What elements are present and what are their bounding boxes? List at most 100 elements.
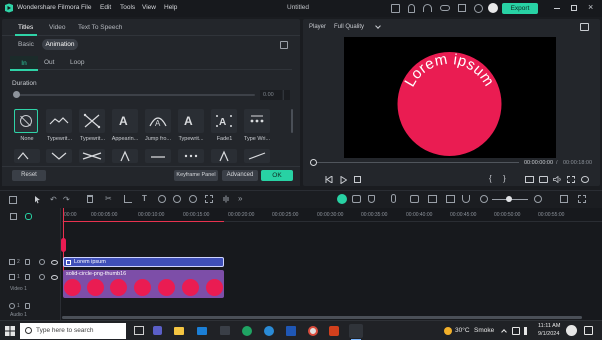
weather-temp[interactable]: 30°C: [455, 327, 470, 334]
color-icon[interactable]: [189, 195, 197, 203]
grid-icon[interactable]: [458, 4, 466, 12]
play-icon[interactable]: [340, 176, 347, 184]
edge-icon[interactable]: [242, 326, 252, 336]
filmora-taskbar-icon[interactable]: [349, 324, 363, 338]
chrome-icon[interactable]: [308, 326, 318, 336]
title-clip[interactable]: Lorem ipsum: [63, 257, 224, 267]
minimize-icon[interactable]: [554, 8, 560, 9]
preset-thumb[interactable]: [145, 149, 171, 163]
zoom-out-icon[interactable]: [480, 195, 488, 203]
search-placeholder[interactable]: Type here to search: [36, 327, 93, 334]
preset-scrollbar[interactable]: [291, 109, 293, 133]
eye-icon[interactable]: [51, 275, 58, 280]
file-explorer-icon[interactable]: [174, 327, 184, 335]
duration-value[interactable]: 0.00: [260, 90, 282, 100]
ok-button[interactable]: OK: [261, 170, 293, 181]
task-view-icon[interactable]: [134, 326, 144, 335]
mark-in-icon[interactable]: {: [489, 174, 492, 183]
preset-thumb[interactable]: [178, 149, 204, 163]
fullscreen-icon[interactable]: [567, 176, 575, 183]
notification-icon[interactable]: [566, 325, 577, 336]
menu-tools[interactable]: Tools: [120, 4, 135, 11]
reset-button[interactable]: Reset: [12, 170, 46, 181]
fit-icon[interactable]: [578, 195, 586, 203]
split-icon[interactable]: ✂: [105, 194, 112, 203]
clock-time[interactable]: 11:11 AM: [538, 323, 560, 329]
tab-text-to-speech[interactable]: Text To Speech: [78, 24, 122, 31]
layout-icon[interactable]: [9, 196, 17, 204]
headset-icon[interactable]: [423, 4, 432, 12]
anim-tab-loop[interactable]: Loop: [70, 59, 84, 66]
snapshot-icon[interactable]: [580, 23, 589, 31]
redo-icon[interactable]: ↷: [63, 195, 70, 204]
prev-frame-icon[interactable]: [325, 176, 333, 183]
notification-center-icon[interactable]: [584, 326, 593, 335]
duration-stepper[interactable]: [283, 90, 290, 100]
mark-out-icon[interactable]: }: [503, 174, 506, 183]
speaker-icon[interactable]: [524, 327, 531, 335]
tab-titles[interactable]: Titles: [18, 24, 33, 31]
teams-icon[interactable]: [153, 326, 162, 335]
menu-help[interactable]: Help: [164, 4, 177, 11]
video-clip[interactable]: solid-circle-png-thumb16: [63, 270, 224, 298]
chevron-down-icon[interactable]: [375, 23, 381, 29]
duration-slider[interactable]: [15, 94, 255, 96]
video-canvas[interactable]: Lorem ipsum: [344, 37, 556, 158]
text-icon[interactable]: T: [142, 194, 147, 203]
auto-highlight-icon[interactable]: [352, 195, 361, 203]
monitor-icon[interactable]: [525, 176, 534, 183]
menu-view[interactable]: View: [142, 4, 156, 11]
export-button[interactable]: Export: [502, 3, 538, 14]
shield-icon[interactable]: [368, 195, 375, 203]
maximize-icon[interactable]: [571, 5, 577, 11]
lock-icon[interactable]: [25, 303, 30, 309]
preset-thumb[interactable]: [211, 149, 237, 163]
delete-icon[interactable]: [87, 195, 93, 203]
preset-thumb[interactable]: [244, 149, 270, 163]
link-icon[interactable]: [25, 213, 32, 220]
weather-desc[interactable]: Smoke: [474, 327, 494, 334]
mute-icon[interactable]: [39, 259, 45, 265]
advanced-button[interactable]: Advanced: [222, 170, 258, 181]
tab-video[interactable]: Video: [49, 24, 66, 31]
zoom-slider-thumb[interactable]: [506, 196, 512, 202]
lock-icon[interactable]: [25, 259, 30, 265]
preset-thumb[interactable]: [46, 149, 72, 163]
render-preview-icon[interactable]: [337, 194, 347, 204]
voiceover-icon[interactable]: [410, 195, 419, 203]
app-icon[interactable]: [329, 326, 339, 336]
preset-thumb[interactable]: [79, 149, 105, 163]
lightbulb-icon[interactable]: [408, 4, 415, 13]
undo-icon[interactable]: ↶: [50, 195, 57, 204]
timer-icon[interactable]: [173, 195, 181, 203]
menu-edit[interactable]: Edit: [100, 4, 111, 11]
account-icon[interactable]: [474, 4, 483, 13]
mail-icon[interactable]: [197, 327, 207, 335]
eye-icon[interactable]: [51, 260, 58, 265]
select-tool-icon[interactable]: [34, 195, 41, 204]
preset-thumb[interactable]: [14, 149, 40, 163]
keyframe-panel-button[interactable]: Keyframe Panel: [174, 170, 218, 181]
speed-icon[interactable]: [158, 195, 166, 203]
playback-scrubber[interactable]: [313, 162, 519, 163]
subtab-basic[interactable]: Basic: [18, 41, 34, 48]
add-track-icon[interactable]: [10, 213, 17, 220]
cloud-icon[interactable]: [440, 5, 450, 11]
scrubber-thumb[interactable]: [310, 159, 317, 166]
close-icon[interactable]: ×: [588, 3, 593, 12]
quality-dropdown[interactable]: Full Quality: [334, 24, 364, 30]
preset-thumb[interactable]: [112, 149, 138, 163]
duration-slider-thumb[interactable]: [13, 91, 20, 98]
save-preset-icon[interactable]: [280, 41, 288, 49]
word-icon[interactable]: [286, 326, 296, 336]
store-icon[interactable]: [220, 326, 230, 335]
send-icon[interactable]: [391, 4, 400, 13]
grid-icon[interactable]: [560, 195, 568, 203]
audio-wave-icon[interactable]: [221, 195, 230, 203]
chevron-up-icon[interactable]: [501, 329, 507, 335]
stop-icon[interactable]: [354, 176, 361, 183]
mute-icon[interactable]: [39, 274, 45, 280]
volume-icon[interactable]: [553, 176, 562, 183]
timeline-scrollbar-thumb[interactable]: [62, 316, 582, 319]
snapshot-icon[interactable]: [428, 195, 437, 203]
